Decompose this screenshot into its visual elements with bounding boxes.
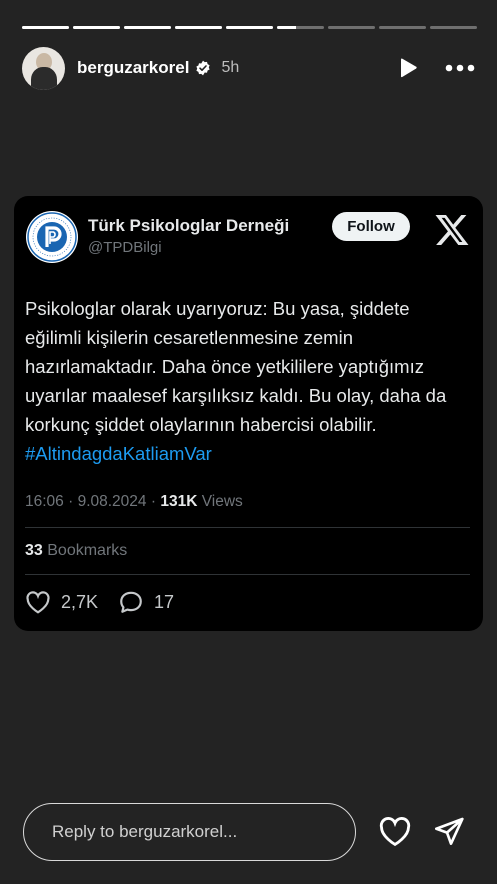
story-progress-segment <box>22 26 69 29</box>
story-progress-fill <box>22 26 69 29</box>
play-icon[interactable] <box>397 56 419 80</box>
story-progress-segment <box>379 26 426 29</box>
heart-icon[interactable] <box>378 815 412 852</box>
reply-count: 17 <box>154 591 175 612</box>
reply-input[interactable] <box>50 821 334 843</box>
story-progress-fill <box>73 26 120 29</box>
tweet-date: 9.08.2024 <box>77 493 147 510</box>
bookmarks-label: Bookmarks <box>47 542 128 559</box>
verified-badge-icon <box>195 60 211 76</box>
tweet-author-handle[interactable]: @TPDBilgi <box>88 239 162 256</box>
tweet-views-label: Views <box>201 493 243 510</box>
tweet-meta: 16:06 · 9.08.2024 · 131K Views <box>25 493 243 510</box>
story-progress-fill <box>277 26 296 29</box>
story-progress-segment <box>124 26 171 29</box>
tweet-body: Psikologlar olarak uyarıyoruz: Bu yasa, … <box>25 298 447 435</box>
tweet-time: 16:06 <box>25 493 64 510</box>
story-progress-fill <box>124 26 171 29</box>
tweet-views-count: 131K <box>160 493 198 510</box>
tweet-bookmarks: 33 Bookmarks <box>25 542 127 560</box>
follow-button[interactable]: Follow <box>332 212 410 241</box>
reply-field-container[interactable] <box>23 803 356 861</box>
post-time: 5h <box>221 59 240 76</box>
heart-outline-icon <box>26 591 50 614</box>
tweet-card: Türk Psikologlar Derneği @TPDBilgi Follo… <box>14 196 483 631</box>
story-progress-segment <box>430 26 477 29</box>
tweet-author-name[interactable]: Türk Psikologlar Derneği <box>88 216 289 236</box>
divider <box>25 574 470 575</box>
divider <box>25 527 470 528</box>
tweet-author-avatar <box>26 211 78 263</box>
comment-bubble-icon <box>120 591 142 613</box>
bookmarks-count: 33 <box>25 542 43 559</box>
tpd-logo-icon <box>27 212 77 262</box>
story-progress-fill <box>226 26 273 29</box>
story-progress-segment <box>277 26 324 29</box>
reply-action[interactable]: 17 <box>118 590 174 614</box>
story-progress-segment <box>328 26 375 29</box>
like-count: 2,7K <box>61 591 99 612</box>
story-progress-segment <box>73 26 120 29</box>
x-logo-icon <box>434 213 470 252</box>
story-header: berguzarkorel 5h <box>22 46 475 90</box>
like-action[interactable]: 2,7K <box>25 590 98 614</box>
send-icon[interactable] <box>432 815 466 852</box>
story-progress-segment <box>226 26 273 29</box>
tweet-text: Psikologlar olarak uyarıyoruz: Bu yasa, … <box>25 294 470 468</box>
story-progress-segment <box>175 26 222 29</box>
story-progress-bar <box>22 26 477 29</box>
tweet-hashtag-link[interactable]: #AltindagdaKatliamVar <box>25 443 212 464</box>
tweet-actions: 2,7K 17 <box>25 590 174 614</box>
avatar[interactable] <box>22 46 65 90</box>
story-progress-fill <box>175 26 222 29</box>
more-options-icon[interactable] <box>445 64 475 72</box>
username[interactable]: berguzarkorel <box>77 58 189 78</box>
